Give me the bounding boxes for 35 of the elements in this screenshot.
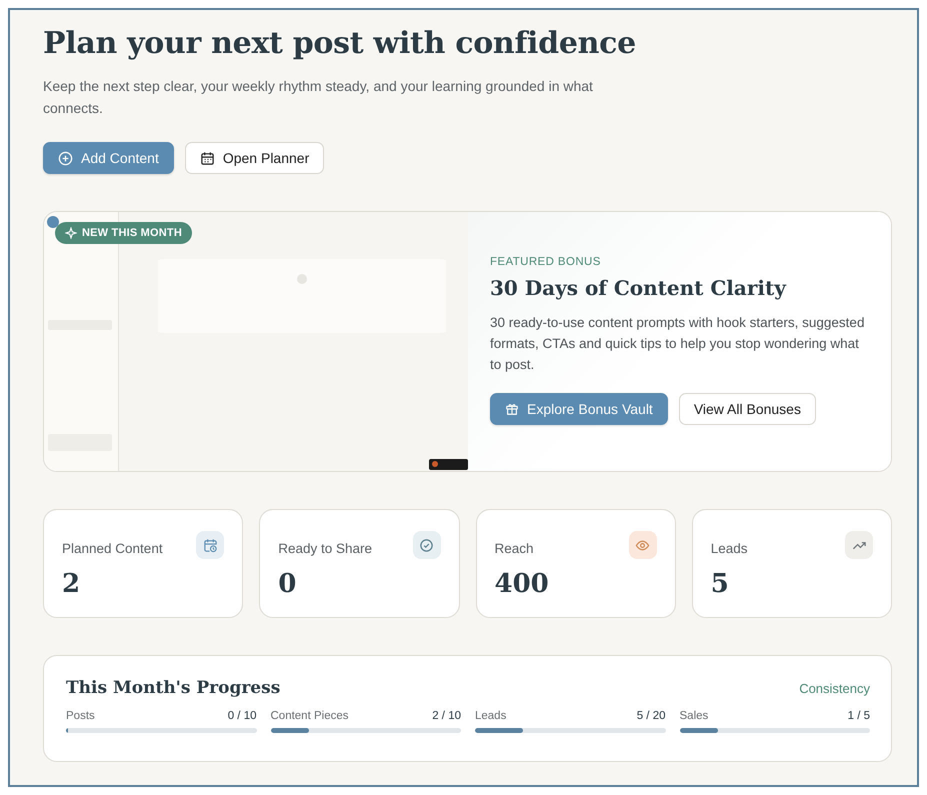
stat-label: Planned Content [62,541,163,556]
page-subtitle: Keep the next step clear, your weekly rhythm steady, and your learning grounded in what connects. [43,77,594,118]
progress-title: This Month's Progress [66,678,280,698]
featured-eyebrow: FEATURED BONUS [490,256,602,268]
stat-value: 0 [278,569,298,599]
stat-value: 400 [494,569,550,599]
featured-title: 30 Days of Content Clarity [490,276,788,300]
progress-label: Content Pieces [270,710,348,722]
stat-label: Reach [494,541,534,556]
calendar-icon [200,150,215,166]
consistency-link[interactable]: Consistency [799,680,870,696]
open-planner-button[interactable]: Open Planner [184,142,324,174]
progress-reading: 2 / 10 [432,710,461,722]
stat-label: Ready to Share [278,541,372,556]
stat-value: 2 [62,569,82,599]
progress-reading: 1 / 5 [848,710,870,722]
gift-icon [505,402,519,416]
calendar-clock-icon [202,538,218,552]
plus-circle-icon [58,150,73,166]
explore-vault-button[interactable]: Explore Bonus Vault [490,393,668,425]
view-bonuses-button[interactable]: View All Bonuses [678,393,816,425]
new-badge: NEW THIS MONTH [55,222,192,244]
progress-reading: 0 / 10 [228,710,256,722]
progress-reading: 5 / 20 [636,710,666,722]
stat-label: Leads [710,541,748,556]
progress-label: Sales [680,710,708,722]
eye-icon [635,538,650,552]
page-title: Plan your next post with confidence [43,26,637,61]
progress-label: Leads [475,710,506,722]
stat-value: 5 [710,569,730,599]
featured-description: 30 ready-to-use content prompts with hook starters, suggested formats, CTAs and quick tips to help you stop wondering what to post. [490,314,866,374]
add-content-button[interactable]: Add Content [43,142,174,174]
progress-label: Posts [66,710,95,722]
check-circle-icon [419,538,434,552]
sparkle-icon [65,227,77,239]
